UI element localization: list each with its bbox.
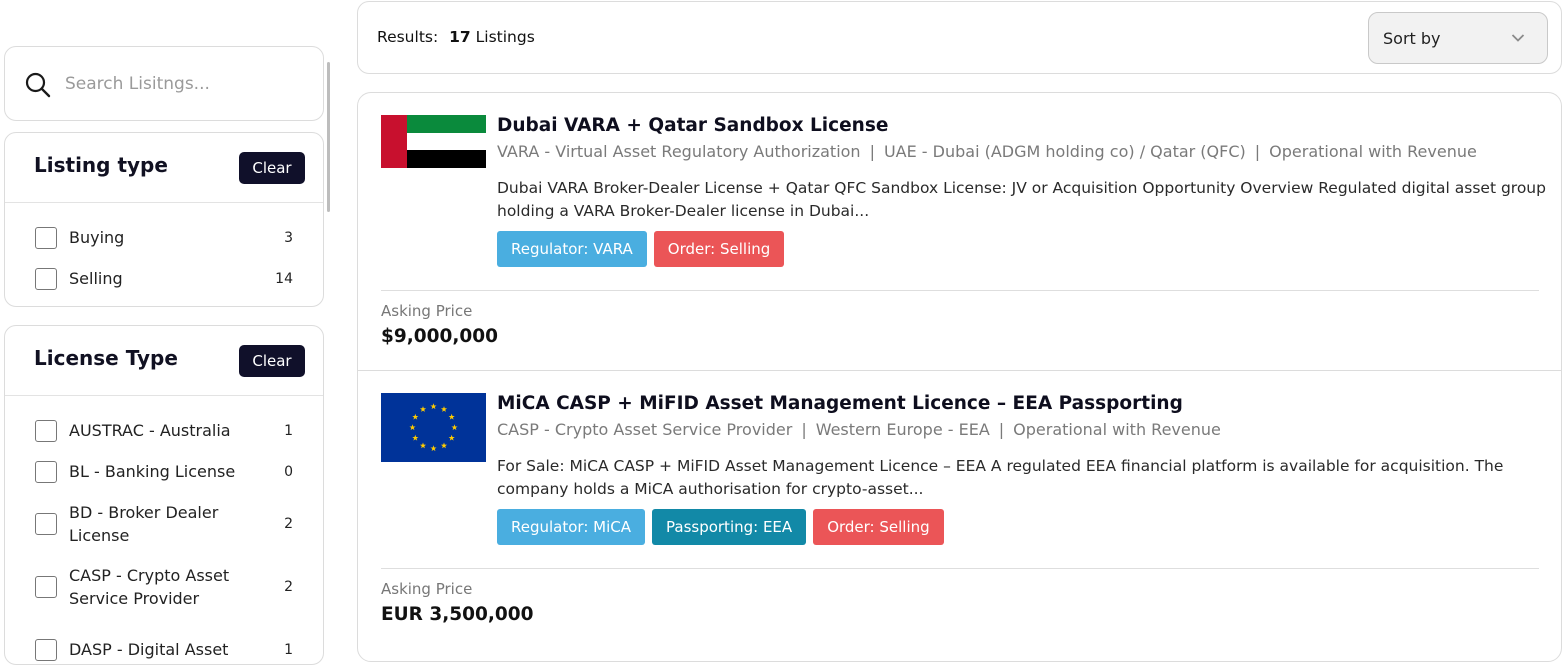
option-count: 2 xyxy=(284,578,293,595)
filter-header: License Type Clear xyxy=(5,326,323,396)
filters-sidebar: Listing type Clear Buying 3 Selling 14 L… xyxy=(4,0,330,665)
checkbox[interactable] xyxy=(35,638,57,661)
clear-listing-type-button[interactable]: Clear xyxy=(239,152,305,184)
order-tag: Order: Selling xyxy=(813,509,944,545)
jurisdiction: UAE - Dubai (ADGM holding co) / Qatar (Q… xyxy=(883,142,1246,161)
regulator-tag: Regulator: VARA xyxy=(497,231,647,267)
results-prefix: Results: xyxy=(377,28,439,46)
option-count: 14 xyxy=(275,270,293,287)
regulator-tag: Regulator: MiCA xyxy=(497,509,645,545)
listing-card[interactable]: Dubai VARA + Qatar Sandbox License VARA … xyxy=(358,93,1561,371)
sort-label: Sort by xyxy=(1383,28,1441,48)
divider xyxy=(381,568,1539,569)
uae-flag-icon xyxy=(381,115,486,168)
divider xyxy=(381,290,1539,291)
option-label: Buying xyxy=(69,228,125,247)
sort-dropdown[interactable]: Sort by xyxy=(1368,12,1548,64)
operational-status: Operational with Revenue xyxy=(1269,142,1477,161)
checkbox[interactable] xyxy=(35,512,57,535)
option-count: 1 xyxy=(284,422,293,439)
filter-option-dasp[interactable]: DASP - Digital Asset 1 xyxy=(5,618,323,664)
listing-title[interactable]: MiCA CASP + MiFID Asset Management Licen… xyxy=(497,393,1183,414)
search-input[interactable] xyxy=(63,69,303,99)
filter-title: Listing type xyxy=(34,153,168,177)
option-count: 2 xyxy=(284,515,293,532)
listing-description: Dubai VARA Broker-Dealer License + Qatar… xyxy=(497,179,1546,220)
jurisdiction: Western Europe - EEA xyxy=(815,420,990,439)
filter-option-bd[interactable]: BD - Broker Dealer License 2 xyxy=(5,492,323,555)
listing-meta: CASP - Crypto Asset Service Provider | Wes… xyxy=(497,420,1221,439)
option-count: 1 xyxy=(284,641,293,658)
filter-options: Buying 3 Selling 14 xyxy=(5,203,323,299)
checkbox[interactable] xyxy=(35,460,57,483)
passporting-tag: Passporting: EEA xyxy=(652,509,807,545)
search-box xyxy=(4,46,324,121)
listing-meta: VARA - Virtual Asset Regulatory Authoriz… xyxy=(497,142,1477,161)
option-label: BD - Broker Dealer License xyxy=(69,502,219,545)
checkbox[interactable] xyxy=(35,575,57,598)
listing-type-filter: Listing type Clear Buying 3 Selling 14 xyxy=(4,132,324,307)
sidebar-scrollbar[interactable] xyxy=(327,62,330,212)
eu-flag-icon xyxy=(381,393,486,462)
listing-tags: Regulator: VARA Order: Selling xyxy=(497,231,785,267)
filter-header: Listing type Clear xyxy=(5,133,323,203)
meta-separator: | xyxy=(869,142,875,161)
filter-option-buying[interactable]: Buying 3 xyxy=(5,217,323,258)
option-label: Selling xyxy=(69,269,123,288)
checkbox[interactable] xyxy=(35,226,57,249)
meta-separator: | xyxy=(998,420,1005,439)
order-tag: Order: Selling xyxy=(653,231,785,267)
asking-price-label: Asking Price xyxy=(381,302,473,320)
option-label: CASP - Crypto Asset Service Provider xyxy=(69,565,230,608)
chevron-down-icon xyxy=(1511,34,1525,42)
license-type-filter: License Type Clear AUSTRAC - Australia 1… xyxy=(4,325,324,665)
option-label: DASP - Digital Asset xyxy=(69,640,229,659)
filter-options: AUSTRAC - Australia 1 BL - Banking Licen… xyxy=(5,396,323,664)
operational-status: Operational with Revenue xyxy=(1013,420,1221,439)
search-icon xyxy=(25,72,51,98)
option-count: 3 xyxy=(284,229,293,246)
filter-title: License Type xyxy=(34,346,178,370)
clear-license-type-button[interactable]: Clear xyxy=(239,345,305,377)
results-count: 17 xyxy=(449,28,471,46)
asking-price: EUR 3,500,000 xyxy=(381,604,534,625)
meta-separator: | xyxy=(801,420,807,439)
listing-tags: Regulator: MiCA Passporting: EEA Order: … xyxy=(497,509,944,545)
listing-card[interactable]: MiCA CASP + MiFID Asset Management Licen… xyxy=(358,371,1561,649)
asking-price: $9,000,000 xyxy=(381,326,499,347)
option-count: 0 xyxy=(284,463,293,480)
results-bar: Results: 17 Listings Sort by xyxy=(357,1,1562,74)
listing-title[interactable]: Dubai VARA + Qatar Sandbox License xyxy=(497,115,888,136)
filter-option-bl[interactable]: BL - Banking License 0 xyxy=(5,451,323,492)
option-label: AUSTRAC - Australia xyxy=(69,421,231,440)
checkbox[interactable] xyxy=(35,419,57,442)
results-summary: Results: 17 Listings xyxy=(377,28,535,46)
option-label: BL - Banking License xyxy=(69,462,236,481)
filter-option-selling[interactable]: Selling 14 xyxy=(5,258,323,299)
license-type: VARA - Virtual Asset Regulatory Authoriz… xyxy=(497,142,861,161)
asking-price-label: Asking Price xyxy=(381,580,473,598)
listing-description: For Sale: MiCA CASP + MiFID Asset Manage… xyxy=(497,457,1504,498)
filter-option-casp[interactable]: CASP - Crypto Asset Service Provider 2 xyxy=(5,555,323,618)
license-type: CASP - Crypto Asset Service Provider xyxy=(497,420,793,439)
checkbox[interactable] xyxy=(35,267,57,290)
listings-panel: Dubai VARA + Qatar Sandbox License VARA … xyxy=(357,92,1562,662)
results-suffix: Listings xyxy=(475,28,535,46)
filter-option-austrac[interactable]: AUSTRAC - Australia 1 xyxy=(5,410,323,451)
meta-separator: | xyxy=(1254,142,1261,161)
